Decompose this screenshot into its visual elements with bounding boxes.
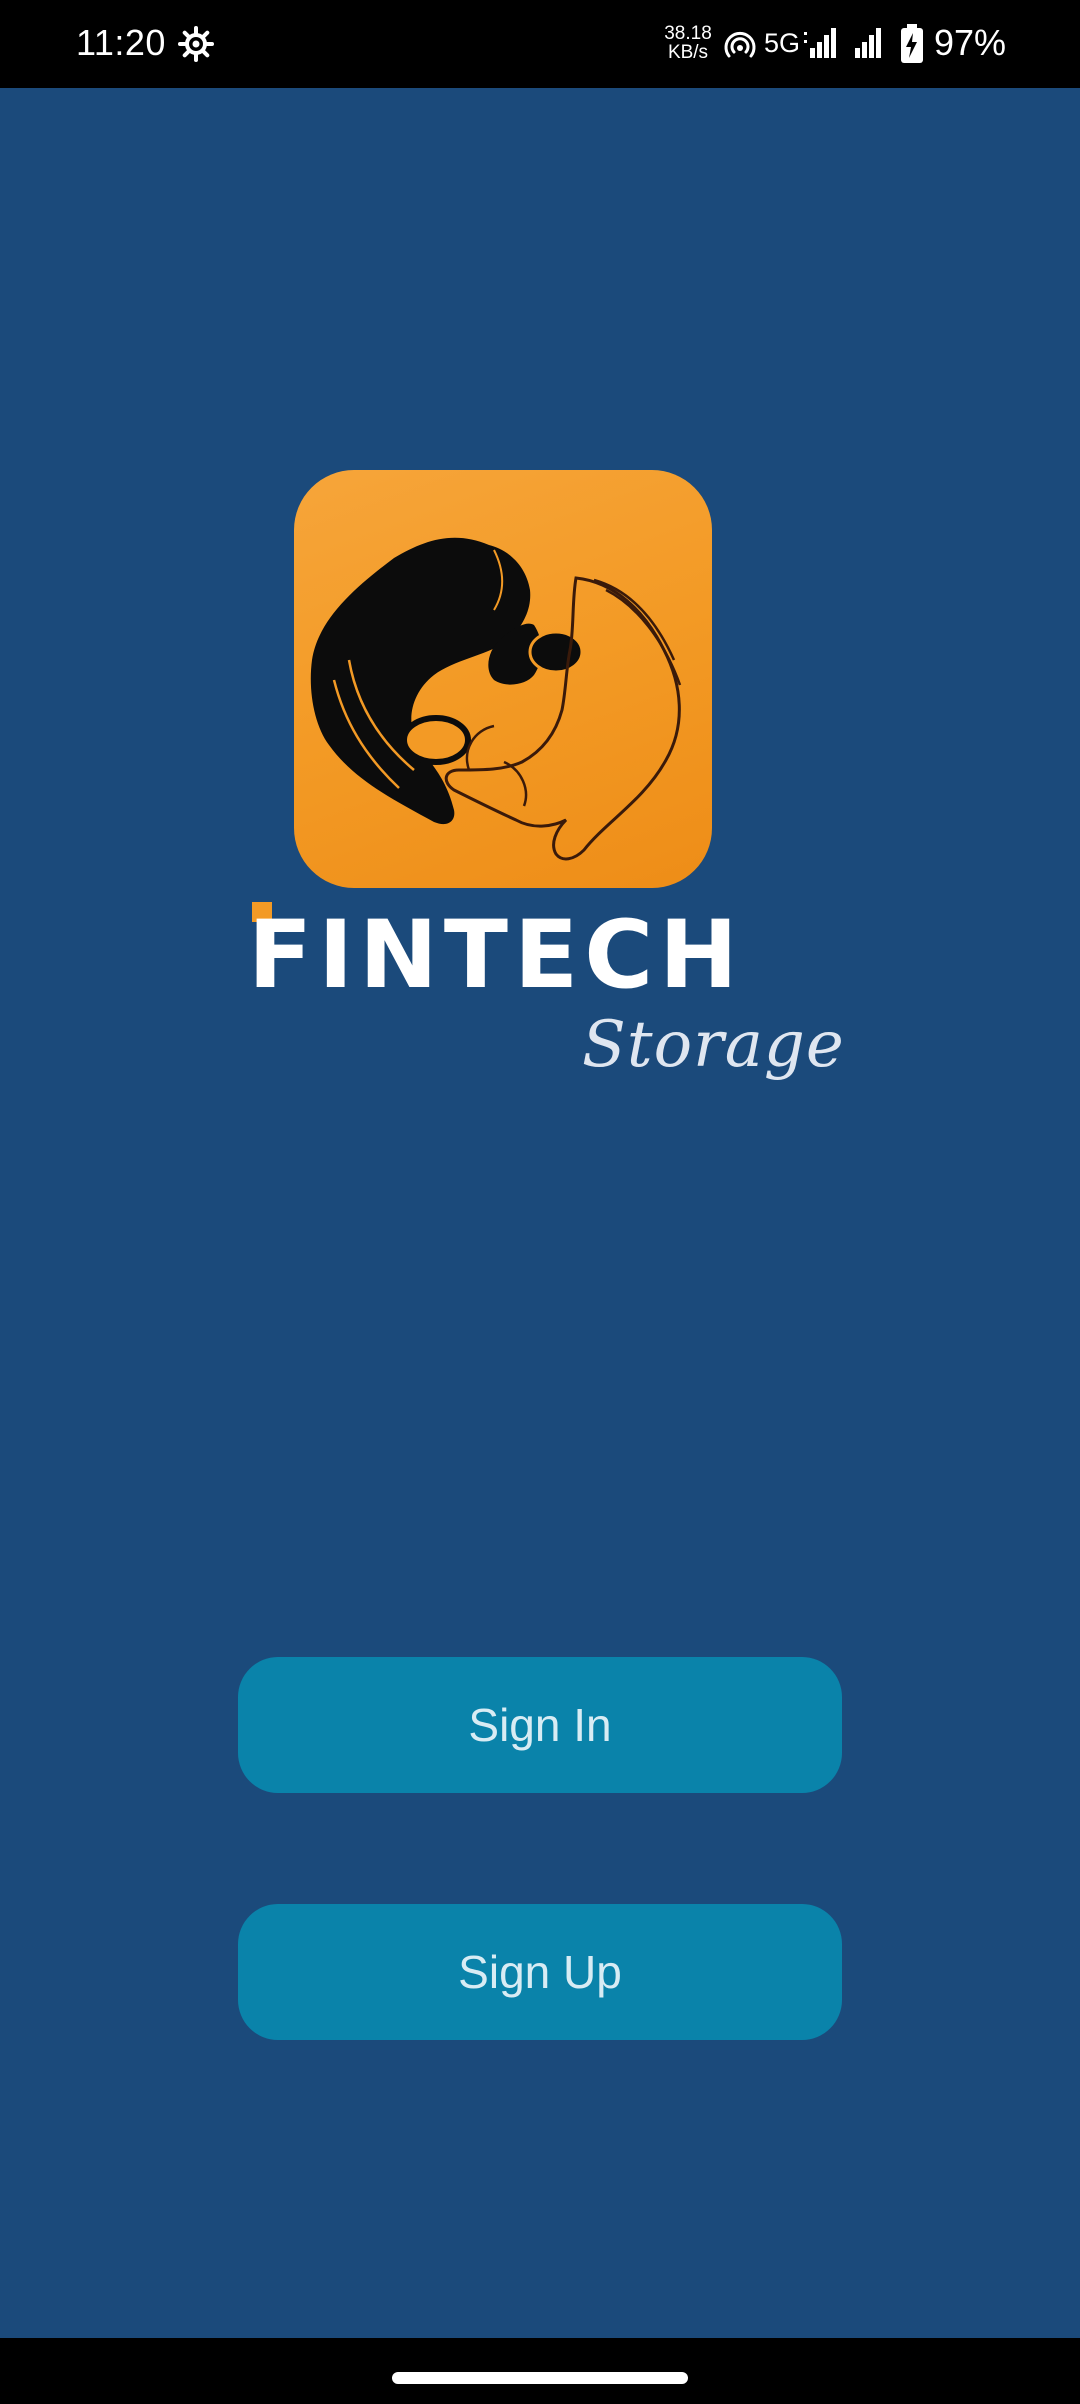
status-time: 11:20: [76, 22, 166, 63]
battery-charging-icon: [901, 24, 923, 63]
hotspot-icon: [724, 31, 756, 58]
network-speed-unit: KB/s: [667, 42, 709, 63]
navigation-bar: [0, 2338, 1080, 2404]
signal-icon: [804, 28, 836, 58]
brand-tagline: Storage: [582, 1008, 845, 1082]
network-speed-value: 38.18: [664, 23, 712, 44]
status-bar: 11:20 38.18 KB/s 5G 97%: [0, 0, 1080, 88]
battery-percent: 97%: [934, 22, 1007, 63]
app-logo-icon: [294, 470, 712, 888]
gear-icon: [178, 26, 214, 62]
sign-in-button[interactable]: Sign In: [238, 1657, 842, 1793]
home-indicator[interactable]: [392, 2372, 688, 2384]
network-type: 5G: [764, 28, 801, 58]
brand-name: FINTECH: [248, 901, 744, 1010]
network-speed: 38.18 KB/s: [660, 24, 716, 62]
signal-icon: [855, 28, 881, 58]
brand-wordmark: FINTECH: [248, 901, 768, 1010]
sign-up-button[interactable]: Sign Up: [238, 1904, 842, 2040]
